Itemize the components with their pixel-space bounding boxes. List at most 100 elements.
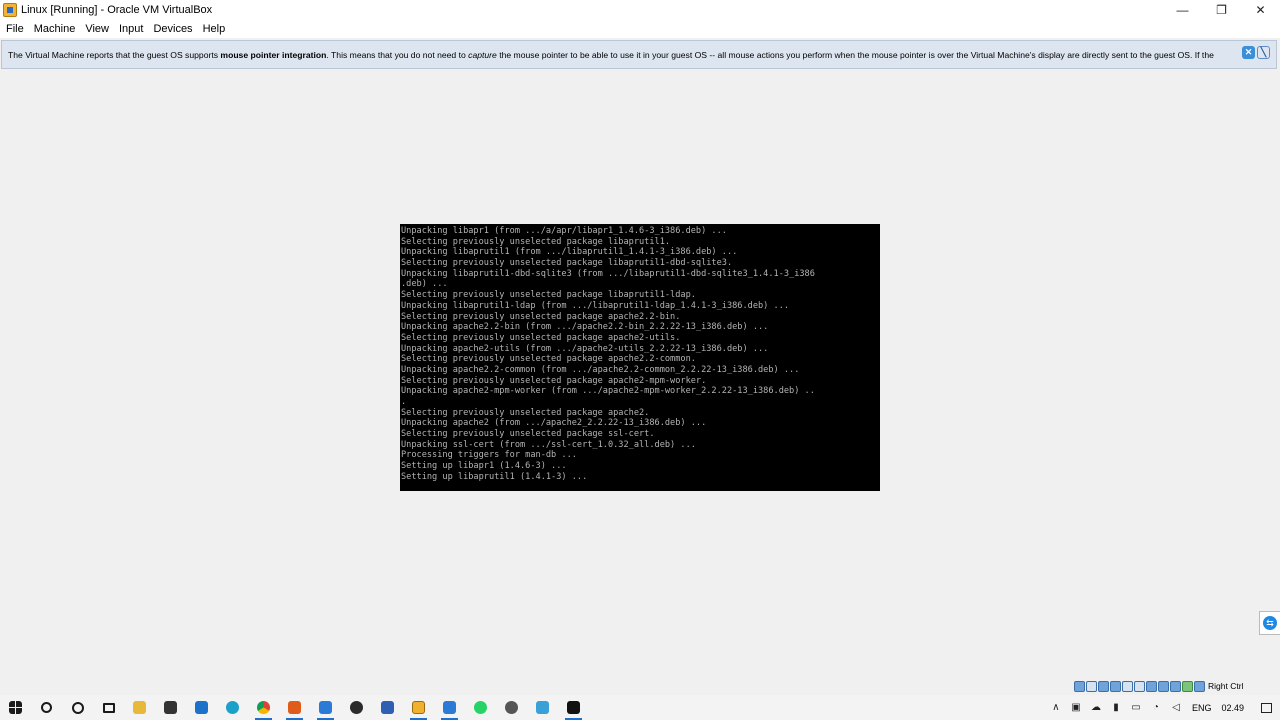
windows-logo-icon bbox=[9, 701, 22, 714]
notice-message: The Virtual Machine reports that the gue… bbox=[8, 50, 1240, 60]
notice-text-1: The Virtual Machine reports that the gue… bbox=[8, 49, 221, 60]
terminal-line: Unpacking apache2.2-bin (from .../apache… bbox=[401, 322, 769, 333]
menu-devices[interactable]: Devices bbox=[149, 23, 196, 35]
menu-machine[interactable]: Machine bbox=[30, 23, 80, 35]
vm-status-bar: Right Ctrl bbox=[1074, 679, 1243, 693]
taskbar-app-window[interactable] bbox=[527, 695, 558, 720]
tray-microphone-icon[interactable]: ▮ bbox=[1106, 695, 1126, 720]
terminal-line: Setting up libapr1 (1.4.6-3) ... bbox=[401, 461, 567, 472]
tray-overflow-chevron-icon[interactable]: ∧ bbox=[1046, 695, 1066, 720]
notification-icon bbox=[1260, 702, 1272, 713]
vm-display[interactable]: Unpacking libapr1 (from .../a/apr/libapr… bbox=[400, 224, 880, 491]
terminal-line: . bbox=[401, 397, 407, 407]
cpu-icon[interactable] bbox=[1170, 680, 1181, 692]
terminal-line: Unpacking apache2 (from .../apache2_2.2.… bbox=[401, 418, 707, 429]
window-title-bar[interactable]: Linux [Running] - Oracle VM VirtualBox —… bbox=[0, 0, 1280, 20]
edge-browser-icon bbox=[226, 701, 239, 714]
virtualbox-vm-icon bbox=[412, 701, 425, 714]
xampp-icon bbox=[288, 701, 301, 714]
taskbar-virtualbox-manager[interactable] bbox=[372, 695, 403, 720]
taskbar-remote-app[interactable] bbox=[310, 695, 341, 720]
terminal-line: Selecting previously unselected package … bbox=[401, 354, 696, 365]
remote-session-side-panel[interactable]: ⇆ bbox=[1259, 611, 1280, 635]
tray-clock[interactable]: 02.49 bbox=[1217, 703, 1252, 713]
notice-buttons: ✕ ╲ bbox=[1242, 46, 1270, 59]
terminal-line: Selecting previously unselected package … bbox=[401, 429, 655, 440]
terminal-line: Selecting previously unselected package … bbox=[401, 375, 707, 386]
remote-desktop-icon bbox=[319, 701, 332, 714]
taskbar-media-app[interactable] bbox=[341, 695, 372, 720]
tray-battery-icon[interactable]: ▭ bbox=[1126, 695, 1146, 720]
minimize-button[interactable]: — bbox=[1163, 0, 1202, 20]
search-button[interactable] bbox=[31, 695, 62, 720]
notice-text-3: the mouse pointer to be able to use it i… bbox=[496, 49, 1214, 60]
taskbar-mail[interactable] bbox=[186, 695, 217, 720]
restore-button[interactable]: ❐ bbox=[1202, 0, 1241, 20]
system-tray: ∧ ▣ ☁ ▮ ▭ ◔ ◁ ENG 02.49 bbox=[1046, 695, 1280, 720]
start-button[interactable] bbox=[0, 695, 31, 720]
taskbar-teamviewer[interactable] bbox=[434, 695, 465, 720]
terminal-line: Selecting previously unselected package … bbox=[401, 311, 681, 322]
terminal-line: Unpacking apache2-utils (from .../apache… bbox=[401, 343, 769, 354]
taskbar-terminal[interactable] bbox=[558, 695, 589, 720]
host-key-label: Right Ctrl bbox=[1208, 681, 1244, 691]
window-app-icon bbox=[536, 701, 549, 714]
action-center-button[interactable] bbox=[1252, 695, 1280, 720]
terminal-line: Selecting previously unselected package … bbox=[401, 258, 733, 269]
terminal-line: Unpacking ssl-cert (from .../ssl-cert_1.… bbox=[401, 439, 696, 450]
window-title: Linux [Running] - Oracle VM VirtualBox bbox=[21, 4, 213, 16]
terminal-line: .deb) ... bbox=[401, 279, 448, 290]
notice-text-2: . This means that you do not need to bbox=[326, 49, 469, 60]
taskbar-store[interactable] bbox=[155, 695, 186, 720]
tray-device-icon[interactable]: ▣ bbox=[1066, 695, 1086, 720]
terminal-line: Selecting previously unselected package … bbox=[401, 407, 650, 418]
mouse-integration-icon[interactable] bbox=[1182, 680, 1193, 692]
menu-file[interactable]: File bbox=[2, 23, 28, 35]
hard-disk-icon[interactable] bbox=[1074, 680, 1085, 692]
task-view-button[interactable] bbox=[93, 695, 124, 720]
video-capture-icon[interactable] bbox=[1158, 680, 1169, 692]
taskbar-settings[interactable] bbox=[496, 695, 527, 720]
network-icon[interactable] bbox=[1110, 680, 1121, 692]
terminal-icon bbox=[567, 701, 580, 714]
mouse-integration-notice: The Virtual Machine reports that the gue… bbox=[1, 40, 1277, 69]
mail-icon bbox=[195, 701, 208, 714]
display-icon[interactable] bbox=[1146, 680, 1157, 692]
notice-do-not-show-icon[interactable]: ╲ bbox=[1257, 46, 1270, 59]
terminal-line: Processing triggers for man-db ... bbox=[401, 450, 577, 461]
terminal-line: Selecting previously unselected package … bbox=[401, 236, 671, 247]
search-icon bbox=[41, 702, 52, 713]
store-bag-icon bbox=[164, 701, 177, 714]
tray-volume-icon[interactable]: ◁ bbox=[1166, 695, 1186, 720]
taskbar-whatsapp[interactable] bbox=[465, 695, 496, 720]
tray-cloud-icon[interactable]: ☁ bbox=[1086, 695, 1106, 720]
menu-help[interactable]: Help bbox=[199, 23, 230, 35]
cortana-icon bbox=[71, 701, 84, 714]
optical-drive-icon[interactable] bbox=[1086, 680, 1097, 692]
shared-folders-icon[interactable] bbox=[1134, 680, 1145, 692]
taskbar-virtualbox-vm[interactable] bbox=[403, 695, 434, 720]
notice-close-icon[interactable]: ✕ bbox=[1242, 46, 1255, 59]
notice-text-italic: capture bbox=[468, 49, 497, 60]
menu-input[interactable]: Input bbox=[115, 23, 147, 35]
terminal-line: Unpacking libaprutil1-ldap (from .../lib… bbox=[401, 300, 790, 311]
media-disc-icon bbox=[350, 701, 363, 714]
audio-icon[interactable] bbox=[1098, 680, 1109, 692]
folder-icon bbox=[133, 701, 146, 714]
terminal-line: Unpacking libaprutil1 (from .../libaprut… bbox=[401, 247, 738, 258]
notice-text-bold: mouse pointer integration bbox=[220, 49, 327, 60]
taskbar-xampp[interactable] bbox=[279, 695, 310, 720]
menu-bar: File Machine View Input Devices Help bbox=[0, 20, 1280, 38]
keyboard-capture-icon[interactable] bbox=[1194, 680, 1205, 692]
terminal-line: Selecting previously unselected package … bbox=[401, 332, 681, 343]
taskbar-file-explorer[interactable] bbox=[124, 695, 155, 720]
usb-icon[interactable] bbox=[1122, 680, 1133, 692]
close-button[interactable]: ✕ bbox=[1241, 0, 1280, 20]
tray-language[interactable]: ENG bbox=[1186, 703, 1218, 713]
cortana-button[interactable] bbox=[62, 695, 93, 720]
taskbar-edge[interactable] bbox=[217, 695, 248, 720]
menu-view[interactable]: View bbox=[81, 23, 113, 35]
taskbar-chrome[interactable] bbox=[248, 695, 279, 720]
window-controls: — ❐ ✕ bbox=[1163, 0, 1280, 20]
tray-wifi-icon[interactable]: ◔ bbox=[1146, 695, 1166, 720]
